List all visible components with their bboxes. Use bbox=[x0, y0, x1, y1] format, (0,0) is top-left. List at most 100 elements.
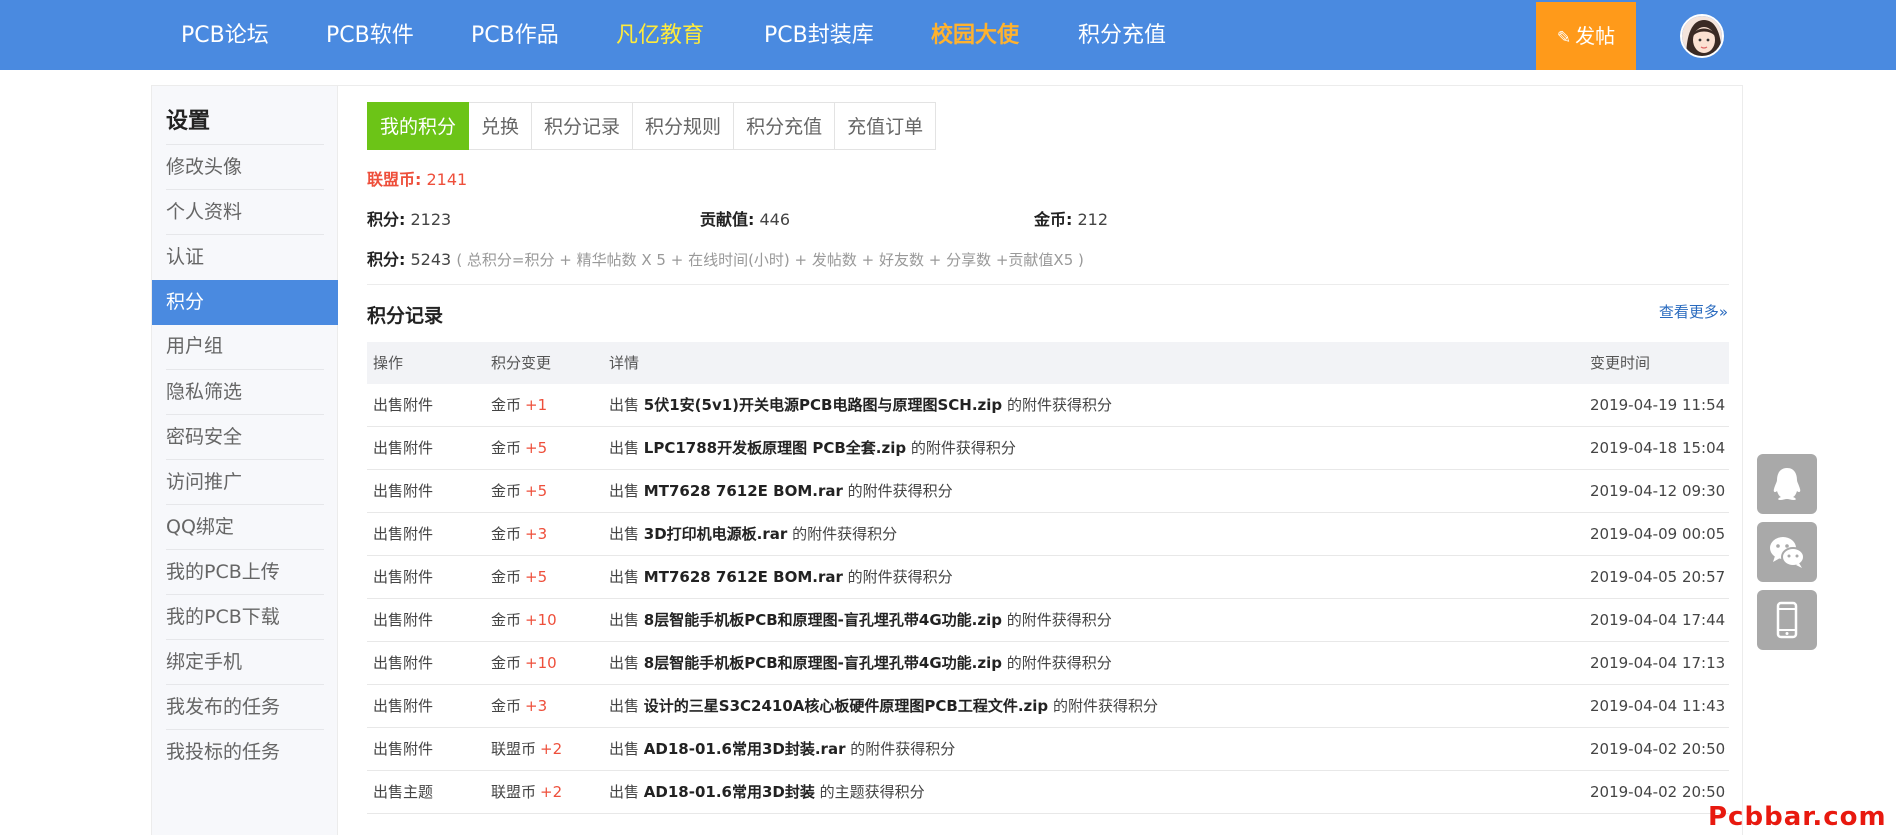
row-file-name[interactable]: 3D打印机电源板.rar bbox=[644, 525, 788, 543]
table-row: 出售主题 联盟币 +2 出售 AD18-01.6常用3D封装 的主题获得积分 2019-… bbox=[367, 771, 1729, 814]
row-file-name[interactable]: 8层智能手机板PCB和原理图-盲孔埋孔带4G功能.zip bbox=[644, 611, 1002, 629]
row-file-name[interactable]: 设计的三星S3C2410A核心板硬件原理图PCB工程文件.zip bbox=[644, 697, 1048, 715]
row-operation: 出售附件 bbox=[373, 568, 434, 586]
nav-item-pcb-works[interactable]: PCB作品 bbox=[471, 0, 559, 70]
nav-item-pcb-forum[interactable]: PCB论坛 bbox=[181, 0, 269, 70]
tab-points-rules[interactable]: 积分规则 bbox=[633, 102, 735, 150]
mobile-icon bbox=[1776, 601, 1798, 639]
tab-points-log[interactable]: 积分记录 bbox=[532, 102, 634, 150]
nav-item-pcb-library[interactable]: PCB封装库 bbox=[764, 0, 874, 70]
row-points-change: 联盟币 +2 bbox=[491, 771, 562, 813]
wechat-contact-button[interactable] bbox=[1757, 522, 1817, 582]
mobile-app-button[interactable] bbox=[1757, 590, 1817, 650]
sidebar-title: 设置 bbox=[166, 109, 211, 134]
row-points-change: 金币 +10 bbox=[491, 599, 557, 641]
header-details: 详情 bbox=[609, 354, 640, 372]
sidebar-item-verification[interactable]: 认证 bbox=[166, 234, 324, 279]
pencil-icon: ✎ bbox=[1556, 28, 1572, 48]
row-file-name[interactable]: 8层智能手机板PCB和原理图-盲孔埋孔带4G功能.zip bbox=[644, 654, 1002, 672]
qq-icon bbox=[1773, 468, 1801, 500]
row-details: 出售 3D打印机电源板.rar 的附件获得积分 bbox=[609, 513, 897, 555]
sidebar-item-password[interactable]: 密码安全 bbox=[166, 414, 324, 459]
sidebar-item-my-uploads[interactable]: 我的PCB上传 bbox=[166, 549, 324, 594]
row-detail-prefix: 出售 bbox=[609, 740, 640, 758]
row-points-change: 联盟币 +2 bbox=[491, 728, 562, 770]
row-delta: +2 bbox=[540, 740, 563, 758]
union-coin-value: 2141 bbox=[426, 170, 468, 189]
sidebar-item-privacy[interactable]: 隐私筛选 bbox=[166, 369, 324, 414]
sidebar-item-my-tasks[interactable]: 我发布的任务 bbox=[166, 684, 324, 729]
row-detail-suffix: 的附件获得积分 bbox=[847, 568, 953, 586]
table-row: 出售附件 联盟币 +2 出售 AD18-01.6常用3D封装.rar 的附件获得积分 2… bbox=[367, 728, 1729, 771]
nav-item-campus-ambassador[interactable]: 校园大使 bbox=[931, 0, 1019, 70]
table-header: 操作 积分变更 详情 变更时间 bbox=[367, 342, 1729, 384]
nav-item-education[interactable]: 凡亿教育 bbox=[616, 0, 704, 70]
row-file-name[interactable]: 5伏1安(5v1)开关电源PCB电路图与原理图SCH.zip bbox=[644, 396, 1002, 414]
row-change-time: 2019-04-19 11:54 bbox=[1590, 396, 1726, 414]
view-more-link[interactable]: 查看更多» bbox=[1659, 301, 1728, 322]
row-operation: 出售附件 bbox=[373, 482, 434, 500]
row-detail-prefix: 出售 bbox=[609, 568, 640, 586]
row-details: 出售 MT7628 7612E BOM.rar 的附件获得积分 bbox=[609, 556, 953, 598]
row-details: 出售 LPC1788开发板原理图 PCB全套.zip 的附件获得积分 bbox=[609, 427, 1016, 469]
nav-item-recharge[interactable]: 积分充值 bbox=[1078, 0, 1166, 70]
row-points-change: 金币 +5 bbox=[491, 427, 547, 469]
settings-sidebar: 设置 修改头像 个人资料 认证 积分 用户组 隐私筛选 密码安全 访问推广 QQ… bbox=[152, 86, 338, 835]
row-delta: +10 bbox=[525, 654, 557, 672]
row-file-name[interactable]: LPC1788开发板原理图 PCB全套.zip bbox=[644, 439, 906, 457]
row-details: 出售 8层智能手机板PCB和原理图-盲孔埋孔带4G功能.zip 的附件获得积分 bbox=[609, 599, 1112, 641]
tab-recharge[interactable]: 积分充值 bbox=[734, 102, 836, 150]
row-file-name[interactable]: AD18-01.6常用3D封装.rar bbox=[644, 740, 846, 758]
points-value: 2123 bbox=[410, 210, 452, 229]
tab-my-points[interactable]: 我的积分 bbox=[367, 102, 470, 150]
sidebar-item-promotion[interactable]: 访问推广 bbox=[166, 459, 324, 504]
nav-item-pcb-software[interactable]: PCB软件 bbox=[326, 0, 414, 70]
row-currency: 金币 bbox=[491, 396, 522, 414]
table-body: 出售附件 金币 +1 出售 5伏1安(5v1)开关电源PCB电路图与原理图SCH.zi… bbox=[367, 384, 1729, 814]
row-file-name[interactable]: MT7628 7612E BOM.rar bbox=[644, 568, 843, 586]
row-file-name[interactable]: AD18-01.6常用3D封装 bbox=[644, 783, 815, 801]
row-change-time: 2019-04-02 20:50 bbox=[1590, 740, 1726, 758]
user-avatar[interactable] bbox=[1680, 14, 1724, 58]
tab-exchange[interactable]: 兑换 bbox=[469, 102, 533, 150]
contribution-label: 贡献值: bbox=[700, 210, 755, 229]
row-operation: 出售附件 bbox=[373, 525, 434, 543]
sidebar-item-my-downloads[interactable]: 我的PCB下载 bbox=[166, 594, 324, 639]
sidebar-item-points[interactable]: 积分 bbox=[152, 280, 338, 325]
row-currency: 金币 bbox=[491, 568, 522, 586]
table-row: 出售附件 金币 +5 出售 MT7628 7612E BOM.rar 的附件获得积分 2… bbox=[367, 470, 1729, 513]
tab-recharge-orders[interactable]: 充值订单 bbox=[835, 102, 937, 150]
header-change-time: 变更时间 bbox=[1590, 354, 1651, 372]
total-points-value: 5243 bbox=[410, 250, 452, 269]
sidebar-item-bind-phone[interactable]: 绑定手机 bbox=[166, 639, 324, 684]
formula-note: ( 总积分=积分 + 精华帖数 X 5 + 在线时间(小时) + 发帖数 + 好… bbox=[456, 251, 1084, 269]
row-operation: 出售附件 bbox=[373, 611, 434, 629]
row-change-time: 2019-04-04 17:13 bbox=[1590, 654, 1726, 672]
sidebar-item-qq-binding[interactable]: QQ绑定 bbox=[166, 504, 324, 549]
row-points-change: 金币 +1 bbox=[491, 384, 547, 426]
sidebar-item-usergroup[interactable]: 用户组 bbox=[166, 324, 324, 369]
qq-contact-button[interactable] bbox=[1757, 454, 1817, 514]
row-delta: +10 bbox=[525, 611, 557, 629]
table-row: 出售附件 金币 +3 出售 3D打印机电源板.rar 的附件获得积分 2019-04-0… bbox=[367, 513, 1729, 556]
new-post-button[interactable]: ✎ 发帖 bbox=[1536, 2, 1636, 70]
row-currency: 金币 bbox=[491, 525, 522, 543]
settings-panel: 设置 修改头像 个人资料 认证 积分 用户组 隐私筛选 密码安全 访问推广 QQ… bbox=[151, 85, 1743, 835]
sidebar-item-profile[interactable]: 个人资料 bbox=[166, 189, 324, 234]
row-file-name[interactable]: MT7628 7612E BOM.rar bbox=[644, 482, 843, 500]
row-change-time: 2019-04-12 09:30 bbox=[1590, 482, 1726, 500]
row-change-time: 2019-04-04 17:44 bbox=[1590, 611, 1726, 629]
divider bbox=[367, 284, 1729, 285]
sidebar-item-avatar[interactable]: 修改头像 bbox=[166, 144, 324, 189]
sidebar-item-my-bids[interactable]: 我投标的任务 bbox=[166, 729, 324, 774]
row-delta: +2 bbox=[540, 783, 563, 801]
row-currency: 金币 bbox=[491, 439, 522, 457]
points-content: 我的积分 兑换 积分记录 积分规则 积分充值 充值订单 联盟币: 2141 积分… bbox=[338, 86, 1742, 835]
row-points-change: 金币 +5 bbox=[491, 470, 547, 512]
row-details: 出售 5伏1安(5v1)开关电源PCB电路图与原理图SCH.zip 的附件获得积… bbox=[609, 384, 1112, 426]
row-detail-prefix: 出售 bbox=[609, 396, 640, 414]
row-operation: 出售主题 bbox=[373, 783, 434, 801]
row-delta: +5 bbox=[525, 568, 548, 586]
total-points-formula: 积分: 5243 ( 总积分=积分 + 精华帖数 X 5 + 在线时间(小时) … bbox=[367, 246, 1084, 270]
points-label: 积分: bbox=[367, 210, 406, 229]
